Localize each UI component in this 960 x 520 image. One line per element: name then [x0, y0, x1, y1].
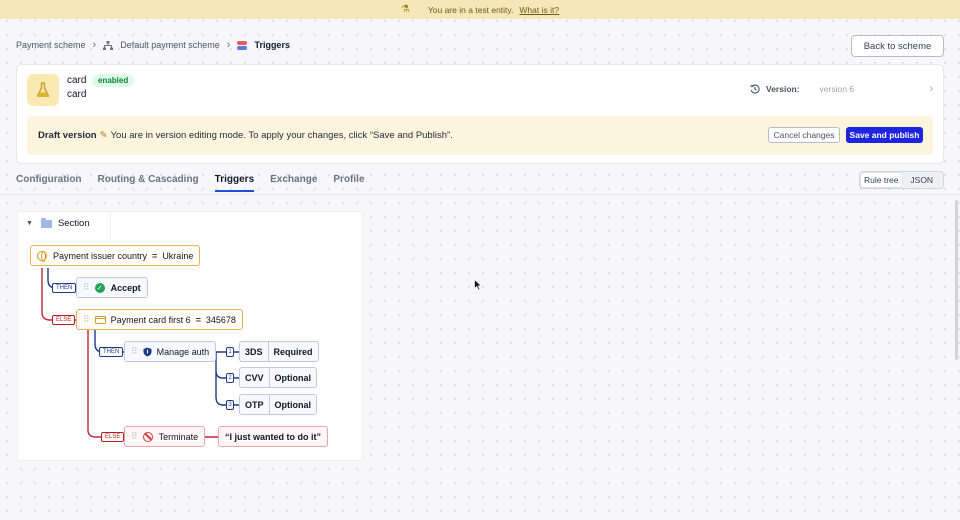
- auth-rule-value: Optional: [274, 399, 312, 410]
- condition-field: Payment card first 6: [110, 314, 191, 325]
- entity-card: card enabled card Version: version 6 › D…: [16, 64, 944, 164]
- rule-index: 2: [226, 373, 234, 383]
- drag-handle-icon[interactable]: ⠿: [83, 314, 90, 325]
- save-and-publish-button[interactable]: Save and publish: [846, 127, 923, 143]
- condition-node-card-first-6[interactable]: ⠿ Payment card first 6 = 345678: [76, 309, 243, 330]
- tab-profile[interactable]: Profile: [333, 174, 364, 192]
- action-node-accept[interactable]: ⠿ ✓ Accept: [76, 277, 148, 298]
- entity-subtitle: card: [67, 89, 87, 100]
- shield-icon: [143, 347, 152, 356]
- tabs-divider: [0, 194, 960, 195]
- banner-link[interactable]: What is it?: [519, 5, 559, 15]
- drag-handle-icon[interactable]: ⠿: [131, 346, 138, 357]
- tab-bar: Configuration Routing & Cascading Trigge…: [16, 174, 381, 192]
- banner-message: You are in a test entity.: [427, 4, 514, 15]
- equals-icon: =: [195, 314, 201, 325]
- action-label: Manage auth: [156, 346, 210, 357]
- chevron-right-icon: ›: [226, 39, 231, 51]
- draft-message: You are in version editing mode. To appl…: [110, 130, 453, 141]
- tab-exchange[interactable]: Exchange: [270, 174, 317, 192]
- tab-configuration[interactable]: Configuration: [16, 174, 82, 192]
- breadcrumb-item-current: Triggers: [254, 40, 290, 50]
- pencil-icon: ✎: [99, 130, 108, 141]
- auth-rule-value: Required: [273, 346, 313, 357]
- view-toggle: Rule tree JSON: [859, 171, 944, 189]
- breadcrumb: Payment scheme › Default payment scheme …: [16, 38, 290, 52]
- globe-icon: [37, 250, 47, 262]
- version-selector[interactable]: Version: version 6 ›: [750, 82, 933, 96]
- breadcrumb-item-default-scheme[interactable]: Default payment scheme: [120, 40, 220, 50]
- action-node-terminate[interactable]: ⠿ Terminate: [124, 426, 206, 447]
- scrollbar[interactable]: [955, 200, 958, 360]
- action-node-manage-auth[interactable]: ⠿ Manage auth: [124, 341, 217, 362]
- version-label: Version:: [766, 84, 800, 94]
- rule-index: 3: [226, 400, 234, 410]
- status-badge: enabled: [92, 74, 135, 87]
- auth-rule-otp[interactable]: OTP Optional: [239, 394, 318, 415]
- entity-title: card: [67, 75, 87, 86]
- terminate-message[interactable]: “I just wanted to do it”: [218, 426, 328, 447]
- mouse-cursor-icon: [474, 279, 482, 291]
- cancel-changes-button[interactable]: Cancel changes: [768, 127, 840, 143]
- credit-card-icon: [94, 315, 106, 324]
- condition-field: Payment issuer country: [53, 250, 148, 261]
- condition-node-issuer-country[interactable]: Payment issuer country = Ukraine: [30, 245, 201, 266]
- equals-icon: =: [152, 250, 158, 261]
- condition-value: Ukraine: [162, 250, 194, 261]
- ban-icon: [142, 431, 153, 442]
- chevron-right-icon: ›: [92, 39, 97, 51]
- check-circle-icon: ✓: [94, 282, 105, 293]
- then-tag: THEN: [52, 283, 77, 293]
- json-toggle[interactable]: JSON: [902, 173, 943, 187]
- version-value[interactable]: version 6: [820, 84, 924, 94]
- drag-handle-icon[interactable]: ⠿: [131, 431, 138, 442]
- action-label: Accept: [110, 282, 141, 293]
- auth-rule-3ds[interactable]: 3DS Required: [239, 341, 319, 362]
- auth-rule-key: OTP: [240, 395, 270, 414]
- tab-triggers[interactable]: Triggers: [214, 174, 255, 192]
- flask-icon: ⚗: [400, 4, 410, 15]
- test-entity-banner: ⚗ You are in a test entity. What is it?: [0, 0, 960, 19]
- tab-routing-cascading[interactable]: Routing & Cascading: [98, 174, 199, 192]
- back-to-scheme-button[interactable]: Back to scheme: [851, 35, 944, 57]
- history-icon: [750, 84, 760, 94]
- auth-rule-key: 3DS: [240, 342, 269, 361]
- then-tag: THEN: [99, 347, 124, 357]
- drag-handle-icon[interactable]: ⠿: [83, 282, 90, 293]
- rule-tree-panel: ▼ Section Payment issuer country = Ukrai…: [17, 211, 363, 461]
- rule-tree-toggle[interactable]: Rule tree: [861, 173, 902, 187]
- hierarchy-icon: [103, 40, 114, 50]
- rule-index: 1: [226, 347, 234, 357]
- triggers-icon: [237, 40, 248, 50]
- draft-title: Draft version: [38, 130, 97, 141]
- auth-rule-value: Optional: [274, 372, 312, 383]
- action-label: Terminate: [158, 431, 199, 442]
- auth-rule-cvv[interactable]: CVV Optional: [239, 367, 318, 388]
- else-tag: ELSE: [52, 315, 76, 325]
- chevron-right-icon: ›: [929, 83, 934, 95]
- breadcrumb-item-payment-scheme[interactable]: Payment scheme: [16, 40, 86, 50]
- else-tag: ELSE: [101, 432, 125, 442]
- condition-value: 345678: [205, 314, 236, 325]
- flask-icon: [27, 74, 59, 106]
- auth-rule-key: CVV: [240, 368, 270, 387]
